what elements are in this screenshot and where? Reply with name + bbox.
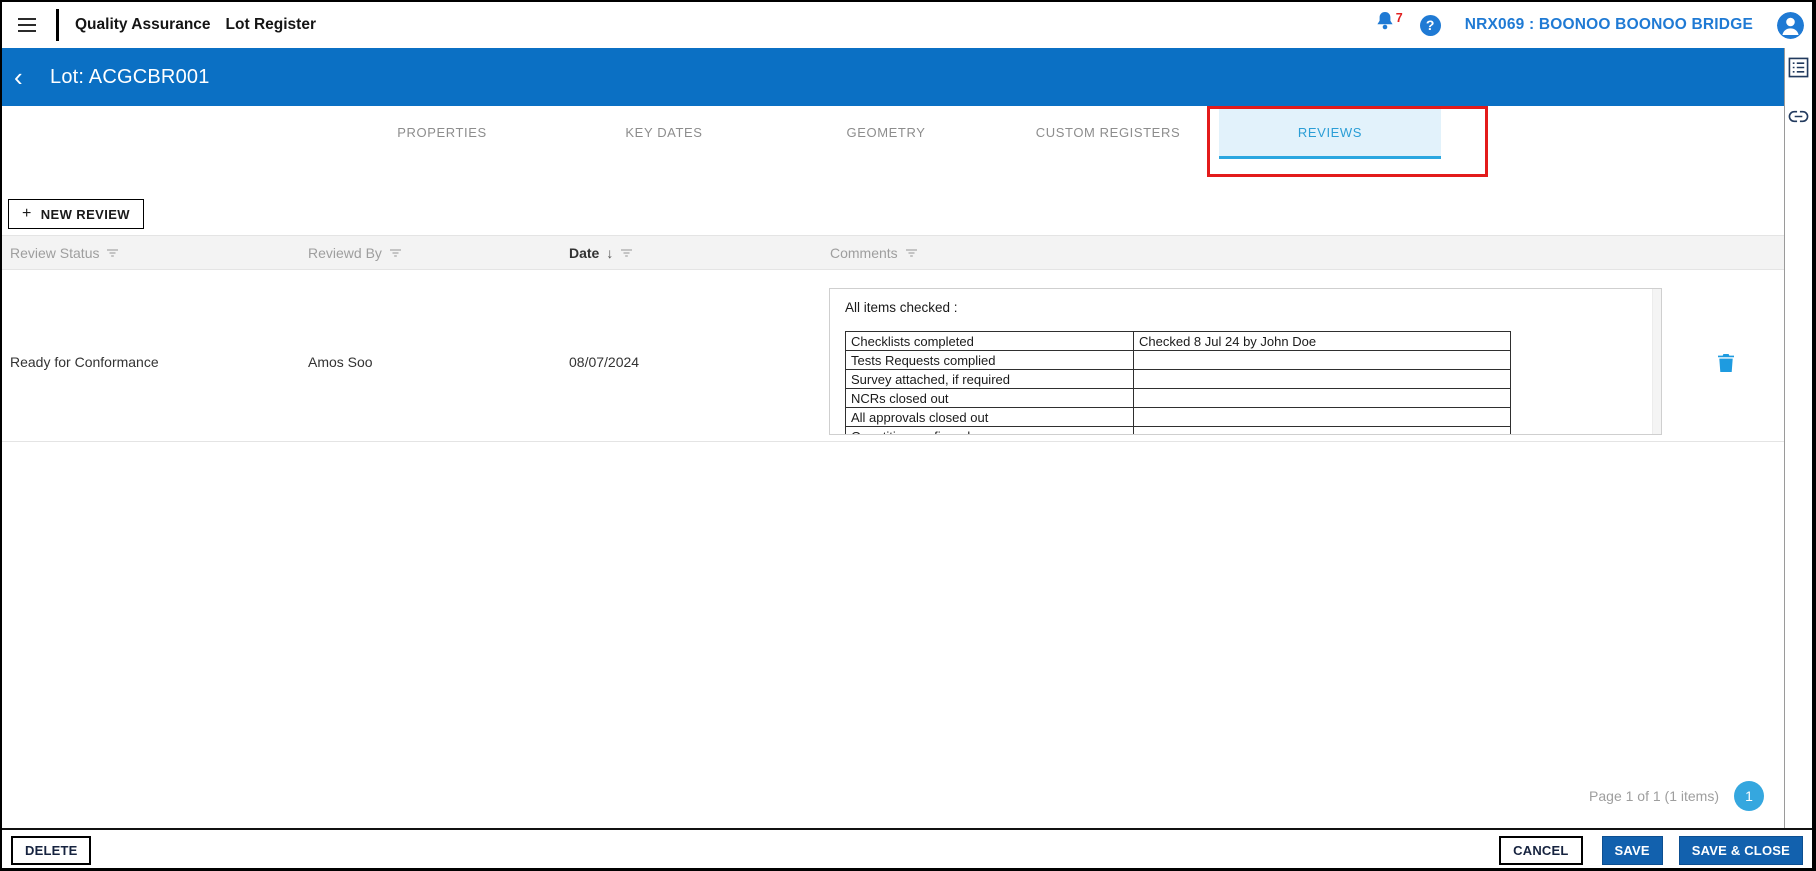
- notification-badge: 7: [1395, 11, 1403, 25]
- tab-key-dates[interactable]: KEY DATES: [553, 108, 775, 156]
- help-button[interactable]: ?: [1419, 14, 1441, 36]
- checklist-table: Checklists completed Checked 8 Jul 24 by…: [845, 331, 1511, 434]
- column-header-reviewed-by[interactable]: Reviewd By: [308, 236, 402, 269]
- column-header-review-status[interactable]: Review Status: [10, 236, 119, 269]
- new-review-button[interactable]: + NEW REVIEW: [8, 199, 144, 229]
- checklist-row: Tests Requests complied: [845, 350, 1511, 370]
- save-button[interactable]: SAVE: [1601, 835, 1663, 865]
- delete-button[interactable]: DELETE: [11, 835, 92, 865]
- column-header-comments[interactable]: Comments: [830, 236, 918, 269]
- tab-reviews[interactable]: REVIEWS: [1219, 108, 1441, 159]
- sort-desc-icon: ↓: [606, 244, 614, 261]
- page-summary: Page 1 of 1 (1 items): [1589, 788, 1719, 804]
- column-header-date[interactable]: Date ↓: [569, 236, 633, 269]
- top-bar: Quality Assurance Lot Register 7 ? NRX06…: [2, 2, 1812, 48]
- avatar-icon: [1777, 11, 1804, 39]
- filter-icon[interactable]: [106, 248, 119, 258]
- grid-header-row: Review Status Reviewd By Date ↓ Comments: [2, 235, 1784, 270]
- lot-header-bar: ‹ Lot: ACGCBR001: [2, 48, 1784, 106]
- trash-icon: [1718, 354, 1734, 372]
- filter-icon[interactable]: [620, 248, 633, 258]
- comments-intro: All items checked :: [845, 300, 958, 315]
- cell-date: 08/07/2024: [569, 354, 640, 370]
- app-title: Quality Assurance: [75, 16, 211, 33]
- cancel-button[interactable]: CANCEL: [1499, 835, 1583, 865]
- tab-geometry[interactable]: GEOMETRY: [775, 108, 997, 156]
- bell-icon: [1376, 11, 1394, 36]
- cell-reviewed-by: Amos Soo: [308, 354, 373, 370]
- filter-icon[interactable]: [389, 248, 402, 258]
- tab-properties[interactable]: PROPERTIES: [331, 108, 553, 156]
- checklist-row: NCRs closed out: [845, 388, 1511, 408]
- help-icon: ?: [1425, 17, 1435, 33]
- footer-bar: DELETE CANCEL SAVE SAVE & CLOSE: [2, 828, 1812, 868]
- notifications-button[interactable]: 7: [1376, 11, 1403, 36]
- right-side-panel: [1784, 48, 1812, 828]
- plus-icon: +: [22, 205, 32, 222]
- page-1-button[interactable]: 1: [1734, 781, 1764, 811]
- tab-strip: PROPERTIES KEY DATES GEOMETRY CUSTOM REG…: [2, 106, 1784, 182]
- delete-row-button[interactable]: [1718, 354, 1736, 372]
- form-panel-icon: [1788, 57, 1809, 77]
- menu-icon[interactable]: [12, 10, 42, 40]
- checklist-row: Quantities confirmed: [845, 426, 1511, 434]
- link-panel-button[interactable]: [1788, 105, 1810, 127]
- checklist-row: Survey attached, if required: [845, 369, 1511, 389]
- save-and-close-button[interactable]: SAVE & CLOSE: [1678, 835, 1803, 865]
- module-title: Lot Register: [225, 16, 316, 33]
- back-button[interactable]: ‹: [14, 64, 40, 90]
- checklist-row: All approvals closed out: [845, 407, 1511, 427]
- filter-icon[interactable]: [905, 248, 918, 258]
- project-name[interactable]: NRX069 : BOONOO BOONOO BRIDGE: [1465, 16, 1753, 34]
- link-panel-icon: [1788, 110, 1809, 122]
- comments-scrollbar[interactable]: [1652, 289, 1661, 434]
- form-panel-button[interactable]: [1788, 56, 1810, 78]
- app-window: Quality Assurance Lot Register 7 ? NRX06…: [0, 0, 1816, 871]
- cell-review-status: Ready for Conformance: [10, 354, 159, 370]
- tab-custom-registers[interactable]: CUSTOM REGISTERS: [997, 108, 1219, 156]
- table-row[interactable]: Ready for Conformance Amos Soo 08/07/202…: [2, 270, 1784, 442]
- comments-cell: All items checked : Checklists completed…: [829, 288, 1662, 435]
- topbar-divider: [56, 9, 59, 41]
- lot-title: Lot: ACGCBR001: [50, 65, 210, 88]
- pagination: Page 1 of 1 (1 items) 1: [2, 780, 1764, 812]
- user-avatar-button[interactable]: [1777, 11, 1804, 39]
- checklist-row: Checklists completed Checked 8 Jul 24 by…: [845, 331, 1511, 351]
